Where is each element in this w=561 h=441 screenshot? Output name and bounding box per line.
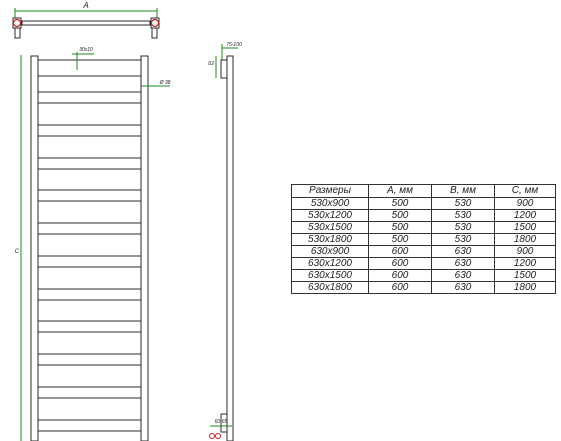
- cell-size: 630x1500: [291, 269, 369, 282]
- cell-c: 1200: [494, 257, 556, 270]
- cell-a: 500: [368, 197, 432, 210]
- cell-b: 530: [431, 221, 495, 234]
- cell-size: 530x1500: [291, 221, 369, 234]
- offset-label: 75-100: [226, 42, 242, 48]
- cell-a: 600: [368, 245, 432, 258]
- cell-size: 630x1800: [291, 281, 369, 294]
- cell-size: 630x1200: [291, 257, 369, 270]
- table-row: 530x900 500 530 900: [291, 197, 556, 210]
- top-bracket: [220, 59, 228, 79]
- cell-b: 530: [431, 209, 495, 222]
- side-rail: [226, 55, 234, 441]
- table-row: 530x1800 500 530 1800: [291, 233, 556, 246]
- size-table: Размеры A, мм B, мм C, мм 530x900 500 53…: [291, 184, 556, 294]
- cell-a: 500: [368, 209, 432, 222]
- cell-c: 1800: [494, 233, 556, 246]
- cell-a: 500: [368, 221, 432, 234]
- dimension-a-label: A: [82, 1, 88, 10]
- bottom-offset-label: 60-65: [215, 419, 228, 425]
- right-rail: [140, 55, 149, 441]
- left-rail: [30, 55, 39, 441]
- top-view: A: [12, 1, 160, 39]
- cell-b: 630: [431, 281, 495, 294]
- cell-a: 600: [368, 281, 432, 294]
- bottom-valve-icon: [209, 433, 215, 439]
- cell-a: 500: [368, 233, 432, 246]
- cell-c: 1500: [494, 269, 556, 282]
- depth-label: ß2: [208, 61, 214, 67]
- table-row: 630x1800 600 630 1800: [291, 281, 556, 294]
- crossbars: [38, 59, 141, 432]
- front-view: C 30x10 Ø 38: [15, 47, 171, 441]
- header-a: A, мм: [368, 184, 432, 198]
- bar-diameter-label: Ø 38: [159, 80, 171, 86]
- cell-c: 1500: [494, 221, 556, 234]
- cell-b: 630: [431, 269, 495, 282]
- table-row: 530x1200 500 530 1200: [291, 209, 556, 222]
- cell-b: 530: [431, 197, 495, 210]
- cell-c: 1800: [494, 281, 556, 294]
- table-row: 630x1500 600 630 1500: [291, 269, 556, 282]
- table-row: 630x900 600 630 900: [291, 245, 556, 258]
- cell-b: 630: [431, 245, 495, 258]
- cell-size: 530x900: [291, 197, 369, 210]
- cell-size: 530x1200: [291, 209, 369, 222]
- header-pipe: [21, 20, 151, 26]
- header-sizes: Размеры: [291, 184, 369, 198]
- dimension-c-label: C: [15, 249, 20, 255]
- side-view: 75-100 ß2 60-65: [208, 42, 242, 441]
- cell-c: 900: [494, 245, 556, 258]
- header-c: C, мм: [494, 184, 556, 198]
- tube-size-label: 30x10: [79, 47, 93, 53]
- header-b: B, мм: [431, 184, 495, 198]
- cell-size: 530x1800: [291, 233, 369, 246]
- cell-a: 600: [368, 257, 432, 270]
- cell-b: 630: [431, 257, 495, 270]
- cell-c: 900: [494, 197, 556, 210]
- cell-b: 530: [431, 233, 495, 246]
- cell-a: 600: [368, 269, 432, 282]
- table-row: 530x1500 500 530 1500: [291, 221, 556, 234]
- size-table-header: Размеры A, мм B, мм C, мм: [291, 184, 556, 198]
- cell-size: 630x900: [291, 245, 369, 258]
- cell-c: 1200: [494, 209, 556, 222]
- table-row: 630x1200 600 630 1200: [291, 257, 556, 270]
